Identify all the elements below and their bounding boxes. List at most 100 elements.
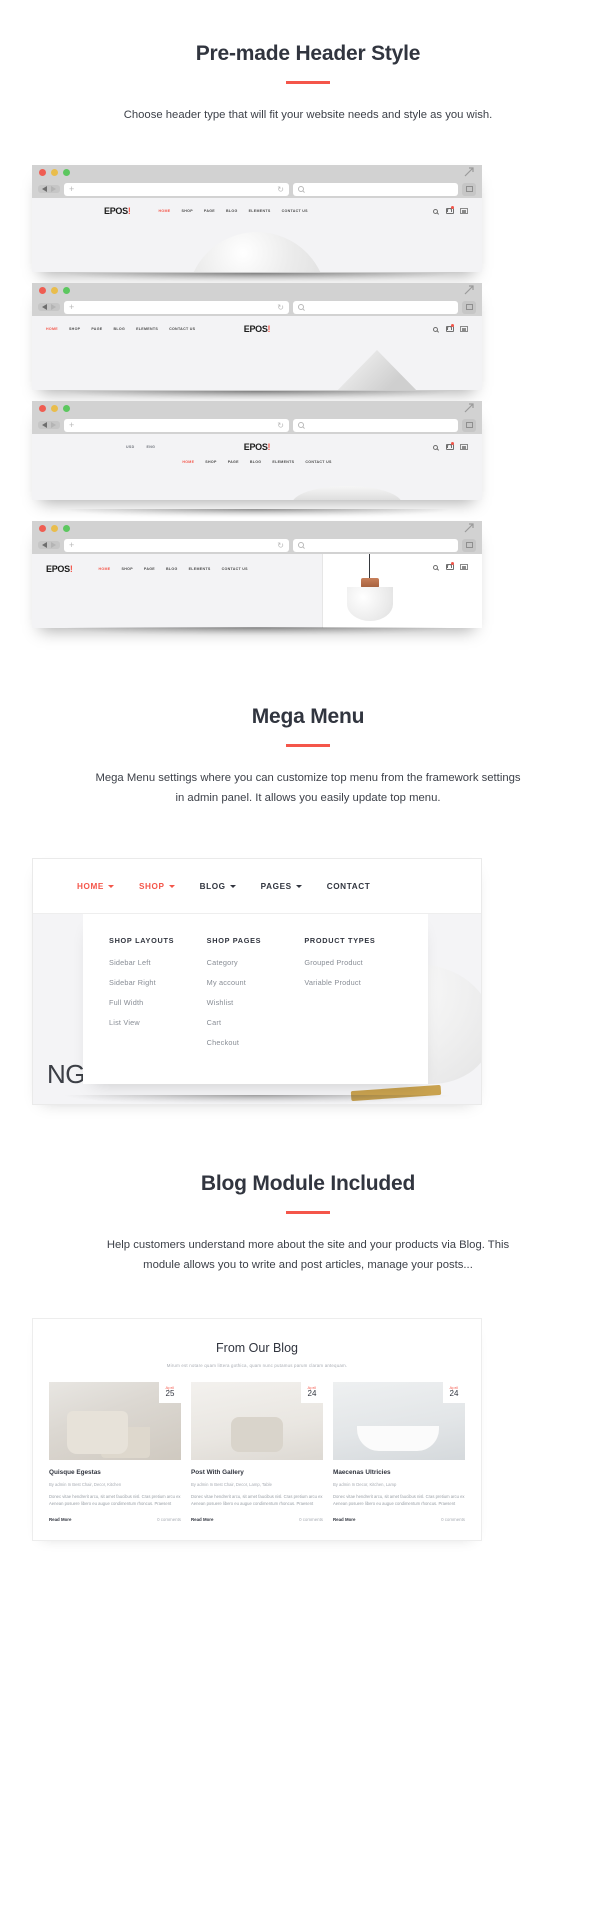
nav-item-elements[interactable]: ELEMENTS bbox=[189, 567, 211, 571]
browser-search-input[interactable] bbox=[293, 538, 458, 552]
back-icon[interactable] bbox=[42, 422, 47, 428]
forward-icon[interactable] bbox=[51, 542, 56, 548]
minimize-icon[interactable] bbox=[51, 525, 58, 532]
search-icon[interactable] bbox=[433, 326, 438, 332]
browser-search-input[interactable] bbox=[293, 300, 458, 314]
blog-post-card[interactable]: April 24 Maecenas Ultricies By admin In … bbox=[333, 1382, 465, 1522]
new-tab-icon[interactable]: + bbox=[69, 420, 74, 430]
link-checkout[interactable]: Checkout bbox=[207, 1038, 305, 1047]
nav-item-elements[interactable]: ELEMENTS bbox=[249, 209, 271, 213]
back-icon[interactable] bbox=[42, 186, 47, 192]
expand-icon[interactable] bbox=[464, 285, 474, 295]
nav-item-page[interactable]: PAGE bbox=[144, 567, 155, 571]
maximize-icon[interactable] bbox=[63, 405, 70, 412]
nav-item-shop[interactable]: SHOP bbox=[182, 209, 193, 213]
browser-nav-buttons[interactable] bbox=[38, 185, 60, 193]
forward-icon[interactable] bbox=[51, 422, 56, 428]
link-full-width[interactable]: Full Width bbox=[109, 998, 207, 1007]
new-tab-icon[interactable]: + bbox=[69, 184, 74, 194]
new-tab-icon[interactable]: + bbox=[69, 540, 74, 550]
language-selector[interactable]: ENG bbox=[147, 445, 156, 449]
cart-icon[interactable] bbox=[446, 206, 454, 214]
link-sidebar-left[interactable]: Sidebar Left bbox=[109, 958, 207, 967]
browser-menu-button[interactable] bbox=[462, 300, 476, 314]
minimize-icon[interactable] bbox=[51, 287, 58, 294]
close-icon[interactable] bbox=[39, 405, 46, 412]
minimize-icon[interactable] bbox=[51, 405, 58, 412]
address-bar[interactable]: + ↻ bbox=[64, 418, 289, 432]
nav-item-blog[interactable]: BLOG bbox=[166, 567, 178, 571]
search-icon[interactable] bbox=[433, 564, 438, 570]
nav-item-contact-us[interactable]: CONTACT US bbox=[222, 567, 248, 571]
mega-nav-contact[interactable]: CONTACT bbox=[327, 882, 371, 891]
link-sidebar-right[interactable]: Sidebar Right bbox=[109, 978, 207, 987]
expand-icon[interactable] bbox=[464, 403, 474, 413]
mega-nav-home[interactable]: HOME bbox=[77, 882, 114, 891]
nav-item-contact-us[interactable]: CONTACT US bbox=[169, 327, 195, 331]
cart-icon[interactable] bbox=[446, 562, 454, 570]
maximize-icon[interactable] bbox=[63, 287, 70, 294]
mega-nav-shop[interactable]: SHOP bbox=[139, 882, 175, 891]
address-bar[interactable]: + ↻ bbox=[64, 538, 289, 552]
link-my-account[interactable]: My account bbox=[207, 978, 305, 987]
menu-grid-icon[interactable] bbox=[460, 444, 468, 450]
mega-nav-pages[interactable]: PAGES bbox=[261, 882, 302, 891]
link-category[interactable]: Category bbox=[207, 958, 305, 967]
browser-search-input[interactable] bbox=[293, 182, 458, 196]
search-icon[interactable] bbox=[433, 444, 438, 450]
cart-icon[interactable] bbox=[446, 324, 454, 332]
post-title[interactable]: Quisque Egestas bbox=[49, 1469, 181, 1476]
browser-menu-button[interactable] bbox=[462, 538, 476, 552]
blog-post-card[interactable]: April 24 Post With Gallery By admin In B… bbox=[191, 1382, 323, 1522]
link-list-view[interactable]: List View bbox=[109, 1018, 207, 1027]
menu-grid-icon[interactable] bbox=[460, 208, 468, 214]
nav-item-home[interactable]: HOME bbox=[46, 327, 58, 331]
read-more-link[interactable]: Read More bbox=[49, 1517, 71, 1522]
new-tab-icon[interactable]: + bbox=[69, 302, 74, 312]
close-icon[interactable] bbox=[39, 287, 46, 294]
address-bar[interactable]: + ↻ bbox=[64, 182, 289, 196]
nav-item-contact-us[interactable]: CONTACT US bbox=[282, 209, 308, 213]
site-logo[interactable]: EPOS! bbox=[104, 206, 131, 216]
maximize-icon[interactable] bbox=[63, 169, 70, 176]
nav-item-shop[interactable]: SHOP bbox=[69, 327, 80, 331]
forward-icon[interactable] bbox=[51, 186, 56, 192]
read-more-link[interactable]: Read More bbox=[191, 1517, 213, 1522]
site-logo[interactable]: EPOS! bbox=[46, 564, 73, 574]
link-wishlist[interactable]: Wishlist bbox=[207, 998, 305, 1007]
nav-item-blog[interactable]: BLOG bbox=[114, 327, 126, 331]
nav-item-home[interactable]: HOME bbox=[159, 209, 171, 213]
browser-menu-button[interactable] bbox=[462, 182, 476, 196]
expand-icon[interactable] bbox=[464, 523, 474, 533]
back-icon[interactable] bbox=[42, 542, 47, 548]
forward-icon[interactable] bbox=[51, 304, 56, 310]
post-thumbnail[interactable]: April 25 bbox=[49, 1382, 181, 1460]
reload-icon[interactable]: ↻ bbox=[277, 303, 284, 312]
site-logo[interactable]: EPOS! bbox=[244, 324, 271, 334]
nav-item-home[interactable]: HOME bbox=[99, 567, 111, 571]
close-icon[interactable] bbox=[39, 169, 46, 176]
link-cart[interactable]: Cart bbox=[207, 1018, 305, 1027]
reload-icon[interactable]: ↻ bbox=[277, 185, 284, 194]
post-title[interactable]: Maecenas Ultricies bbox=[333, 1469, 465, 1476]
menu-grid-icon[interactable] bbox=[460, 326, 468, 332]
browser-nav-buttons[interactable] bbox=[38, 421, 60, 429]
post-title[interactable]: Post With Gallery bbox=[191, 1469, 323, 1476]
browser-menu-button[interactable] bbox=[462, 418, 476, 432]
address-bar[interactable]: + ↻ bbox=[64, 300, 289, 314]
mega-nav-blog[interactable]: BLOG bbox=[200, 882, 236, 891]
browser-nav-buttons[interactable] bbox=[38, 303, 60, 311]
nav-item-page[interactable]: PAGE bbox=[91, 327, 102, 331]
maximize-icon[interactable] bbox=[63, 525, 70, 532]
blog-post-card[interactable]: April 25 Quisque Egestas By admin In Bes… bbox=[49, 1382, 181, 1522]
browser-nav-buttons[interactable] bbox=[38, 541, 60, 549]
reload-icon[interactable]: ↻ bbox=[277, 541, 284, 550]
minimize-icon[interactable] bbox=[51, 169, 58, 176]
nav-item-blog[interactable]: BLOG bbox=[226, 209, 238, 213]
post-thumbnail[interactable]: April 24 bbox=[333, 1382, 465, 1460]
link-grouped-product[interactable]: Grouped Product bbox=[304, 958, 402, 967]
nav-item-elements[interactable]: ELEMENTS bbox=[136, 327, 158, 331]
currency-selector[interactable]: USD bbox=[126, 445, 135, 449]
back-icon[interactable] bbox=[42, 304, 47, 310]
search-icon[interactable] bbox=[433, 208, 438, 214]
